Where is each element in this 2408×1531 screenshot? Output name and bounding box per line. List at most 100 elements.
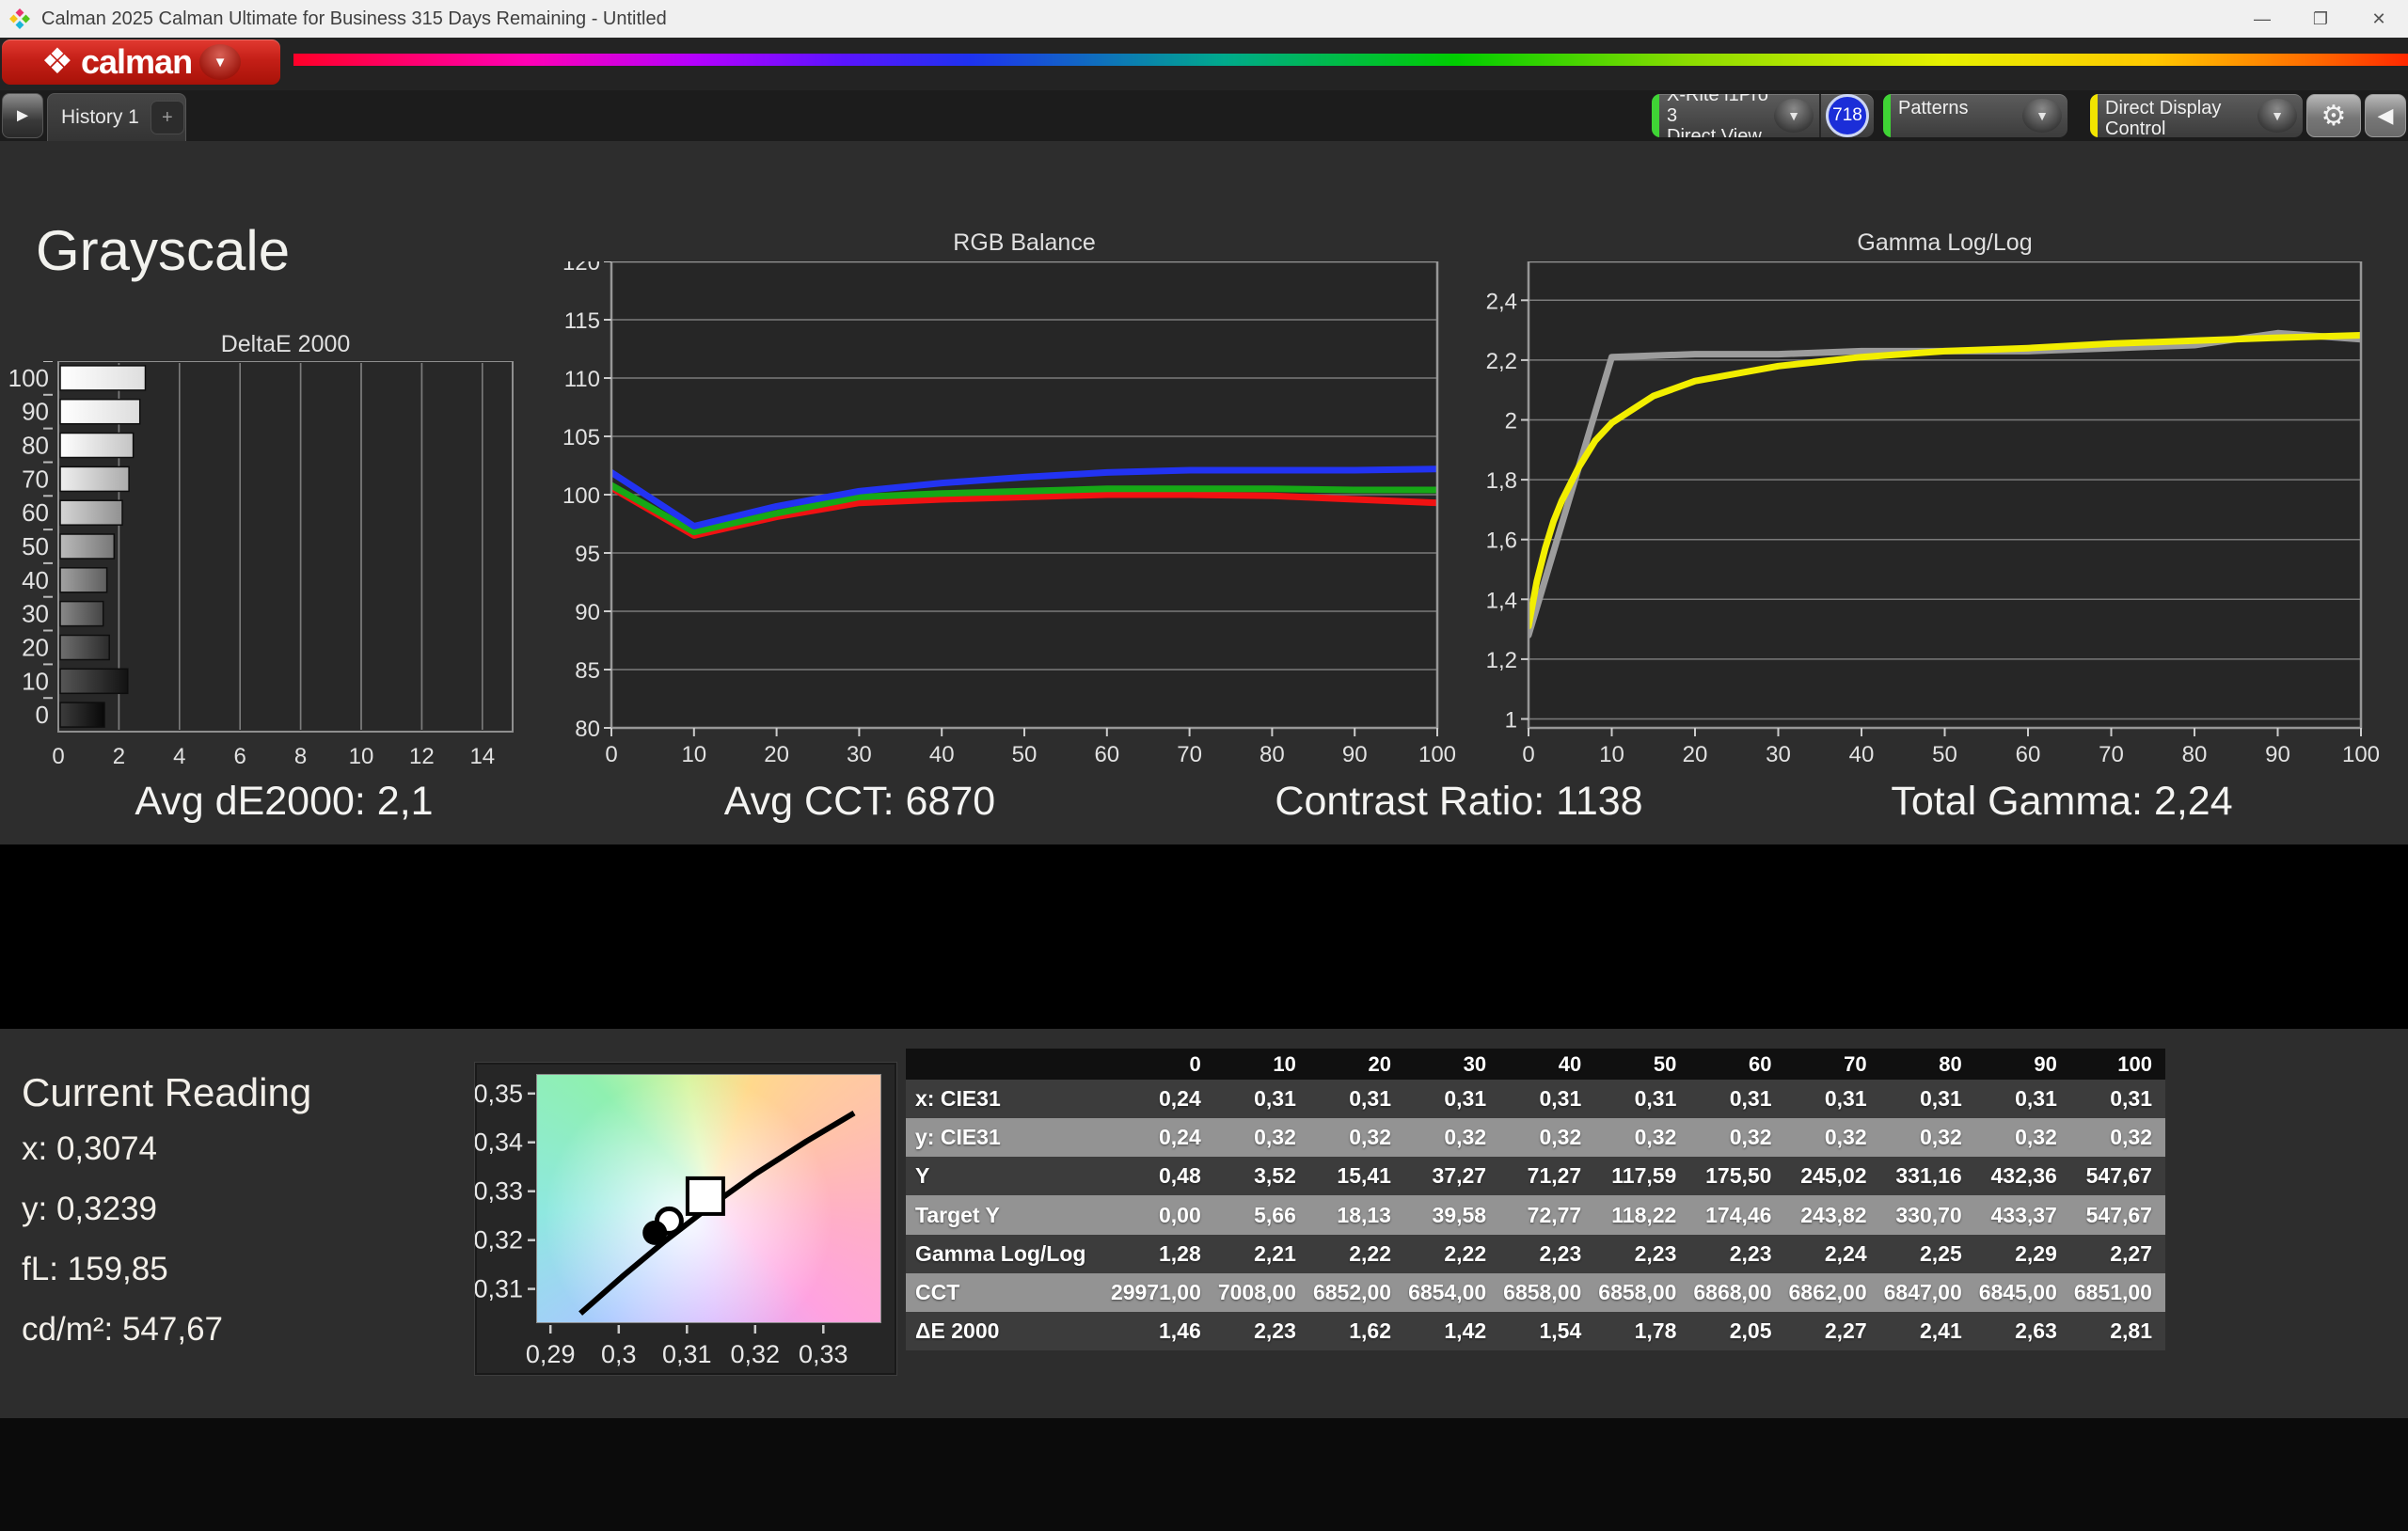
table-row: y: CIE31 0,24 0,32 0,32 0,32 0,32 0,32 0,32 0,32… [906, 1118, 2165, 1158]
table-row-label: Y [915, 1163, 930, 1189]
table-cell: 2,63 [2015, 1318, 2057, 1343]
svg-text:1,2: 1,2 [1486, 648, 1517, 673]
table-corner-cell [906, 1049, 1119, 1080]
svg-text:14: 14 [469, 744, 495, 769]
previous-point [642, 1220, 668, 1245]
tab-history-1[interactable]: History 1 + [47, 93, 186, 141]
table-cell: 6845,00 [1978, 1279, 2057, 1304]
table-cell: 2,41 [1919, 1318, 1962, 1343]
table-cell: 0,32 [1539, 1125, 1582, 1150]
svg-text:90: 90 [22, 398, 49, 426]
table-cell: 0,32 [1634, 1125, 1677, 1150]
table-cell: 2,27 [1824, 1318, 1867, 1343]
table-cell: 39,58 [1432, 1202, 1487, 1227]
svg-text:0,32: 0,32 [475, 1226, 523, 1255]
chevron-down-icon[interactable]: ▼ [2258, 99, 2297, 133]
table-row-label: Target Y [915, 1202, 1000, 1227]
table-cell: 6862,00 [1788, 1279, 1867, 1304]
calman-menu-button[interactable]: ❖ calman ▼ [2, 39, 280, 85]
table-cell: 0,32 [1729, 1125, 1772, 1150]
gear-icon[interactable]: ⚙ [2306, 94, 2361, 137]
table-cell: 2,23 [1254, 1318, 1296, 1343]
meter-count-badge[interactable]: 718 [1826, 94, 1869, 137]
deltae-bar [59, 499, 123, 526]
table-column-header: 0 [1189, 1051, 1201, 1076]
table-row-label: Gamma Log/Log [915, 1240, 1086, 1266]
table-row: Y 0,48 3,52 15,41 37,27 71,27 117,59 175,50 245,… [906, 1157, 2165, 1196]
svg-text:20: 20 [1683, 742, 1708, 767]
restore-icon[interactable]: ❐ [2291, 0, 2350, 38]
table-column-header: 100 [2117, 1051, 2152, 1076]
minimize-icon[interactable]: — [2233, 0, 2291, 38]
svg-text:8: 8 [294, 744, 307, 769]
table-cell: 0,32 [2015, 1125, 2057, 1150]
table-cell: 2,27 [2110, 1240, 2152, 1266]
close-icon[interactable]: ✕ [2350, 0, 2408, 38]
patterns-selector[interactable]: Patterns ▼ [1883, 94, 2067, 137]
svg-text:60: 60 [2016, 742, 2041, 767]
table-cell: 243,82 [1800, 1202, 1867, 1227]
table-row: CCT 29971,00 7008,00 6852,00 6854,00 6858,00 6… [906, 1272, 2165, 1312]
deltae-bar [59, 533, 116, 560]
svg-text:10: 10 [1599, 742, 1624, 767]
table-cell: 1,42 [1444, 1318, 1487, 1343]
table-cell: 0,31 [1444, 1086, 1487, 1112]
collapse-panel-icon[interactable]: ◀ [2365, 94, 2406, 137]
svg-text:120: 120 [562, 261, 600, 276]
add-tab-button[interactable]: + [150, 101, 184, 134]
svg-text:100: 100 [1418, 742, 1456, 767]
svg-text:50: 50 [1012, 742, 1038, 767]
window-controls: — ❐ ✕ [2233, 0, 2408, 38]
table-cell: 71,27 [1527, 1163, 1582, 1189]
table-cell: 0,00 [1158, 1202, 1201, 1227]
chevron-down-icon[interactable]: ▼ [2022, 99, 2062, 133]
svg-text:70: 70 [22, 465, 49, 493]
svg-text:30: 30 [1766, 742, 1791, 767]
patterns-label: Patterns [1898, 98, 1969, 118]
table-column-header: 50 [1653, 1051, 1677, 1076]
table-cell: 0,32 [1824, 1125, 1867, 1150]
table-cell: 2,23 [1539, 1240, 1582, 1266]
svg-text:0,32: 0,32 [731, 1340, 781, 1368]
table-cell: 6868,00 [1693, 1279, 1772, 1304]
svg-text:10: 10 [349, 744, 374, 769]
display-control-selector[interactable]: Direct Display Control ▼ [2090, 94, 2303, 137]
table-cell: 175,50 [1705, 1163, 1772, 1189]
calman-logo-icon: ❖ [40, 42, 73, 82]
table-cell: 0,31 [2015, 1086, 2057, 1112]
table-cell: 37,27 [1432, 1163, 1487, 1189]
svg-text:60: 60 [22, 498, 49, 527]
app-header: ❖ calman ▼ [0, 38, 2408, 90]
svg-text:40: 40 [929, 742, 955, 767]
chevron-down-icon: ▼ [199, 44, 242, 80]
table-cell: 1,54 [1539, 1318, 1582, 1343]
divider [1819, 94, 1821, 137]
svg-text:70: 70 [1177, 742, 1202, 767]
svg-text:2,2: 2,2 [1486, 349, 1517, 374]
table-row: Target Y 0,00 5,66 18,13 39,58 72,77 118,22 174… [906, 1195, 2165, 1235]
window-titlebar[interactable]: Calman 2025 Calman Ultimate for Business… [0, 0, 2408, 38]
table-cell: 5,66 [1254, 1202, 1296, 1227]
table-cell: 2,25 [1919, 1240, 1962, 1266]
gamma-log-chart: 2,4 2,2 2 1,8 1,6 1,4 1,2 1 0 10 20 30 4… [1463, 260, 2380, 787]
chevron-down-icon[interactable]: ▼ [1774, 99, 1814, 133]
svg-text:40: 40 [1849, 742, 1875, 767]
table-cell: 0,31 [1919, 1086, 1962, 1112]
reading-cdm2: cd/m²: 547,67 [22, 1311, 223, 1348]
svg-text:0: 0 [1522, 742, 1534, 767]
table-column-header: 40 [1558, 1051, 1582, 1076]
svg-text:0,29: 0,29 [526, 1340, 576, 1368]
svg-text:80: 80 [22, 432, 49, 460]
tab-scroll-button[interactable]: ► [2, 93, 43, 138]
meter-label: X-Rite i1Pro 3 Direct View [1667, 94, 1768, 137]
table-column-header: 20 [1368, 1051, 1391, 1076]
svg-text:80: 80 [575, 717, 600, 742]
table-cell: 2,22 [1444, 1240, 1487, 1266]
table-row-label: CCT [915, 1279, 960, 1304]
svg-text:0: 0 [36, 701, 49, 729]
page-title: Grayscale [36, 219, 291, 282]
meter-selector[interactable]: X-Rite i1Pro 3 Direct View ▼ 718 [1652, 94, 1874, 137]
spectrum-divider [293, 54, 2408, 66]
svg-text:50: 50 [1932, 742, 1957, 767]
table-column-header: 10 [1273, 1051, 1296, 1076]
